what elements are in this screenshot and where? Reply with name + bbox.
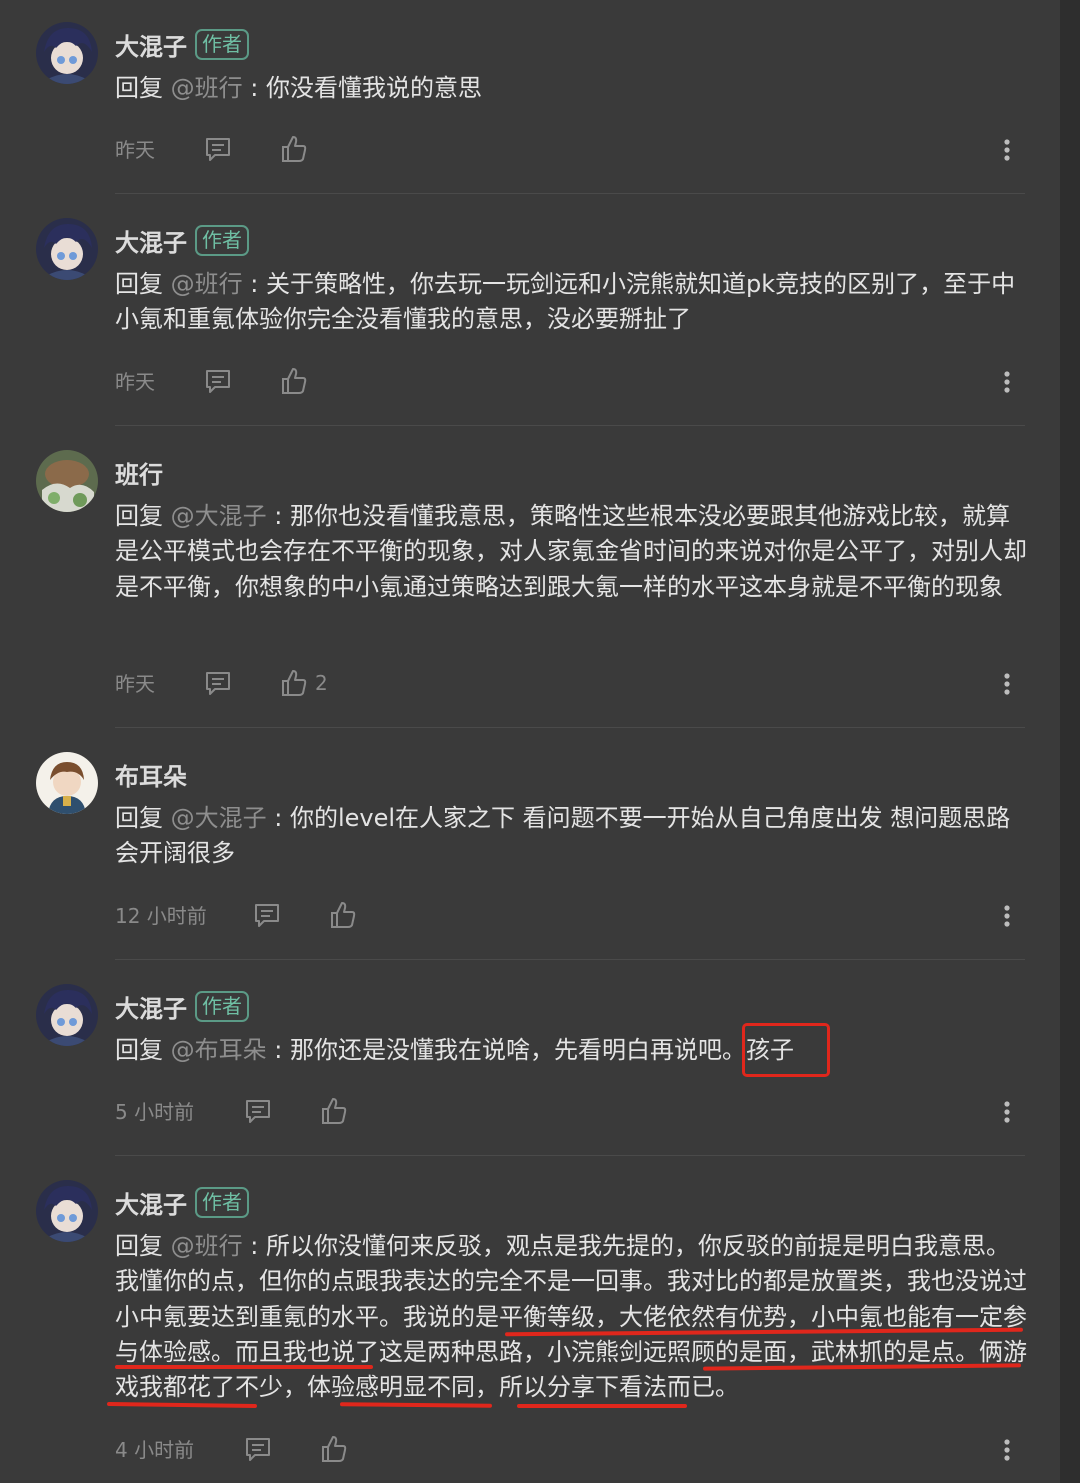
comment-text: 回复 @班行 : 所以你没懂何来反驳，观点是我先提的，你反驳的前提是明白我意思。… xyxy=(115,1229,1030,1405)
author-name[interactable]: 大混子 xyxy=(115,223,187,258)
divider xyxy=(115,959,1025,960)
more-vertical-icon[interactable] xyxy=(995,664,1019,704)
avatar[interactable] xyxy=(36,22,98,84)
author-row: 大混子 作者 xyxy=(115,986,249,1026)
comment-time: 12 小时前 xyxy=(115,903,207,928)
author-badge: 作者 xyxy=(195,28,249,60)
red-box-annotation xyxy=(742,1023,830,1077)
author-badge: 作者 xyxy=(195,1186,249,1218)
reply-prefix: 回复 xyxy=(115,270,171,298)
author-name[interactable]: 大混子 xyxy=(115,27,187,62)
reply-mention[interactable]: @布耳朵 xyxy=(171,1036,267,1064)
comment-meta: 4 小时前 xyxy=(115,1428,1025,1468)
reply-prefix: 回复 xyxy=(115,804,171,832)
author-name[interactable]: 布耳朵 xyxy=(115,757,187,792)
reply-mention[interactable]: @班行 xyxy=(171,1232,243,1260)
reply-mention[interactable]: @大混子 xyxy=(171,804,267,832)
more-vertical-icon[interactable] xyxy=(995,362,1019,402)
avatar[interactable] xyxy=(36,984,98,1046)
divider xyxy=(115,193,1025,194)
scrollbar-track[interactable] xyxy=(1060,0,1080,1483)
comment-icon[interactable] xyxy=(203,366,233,396)
comment-text: 回复 @班行 : 你没看懂我说的意思 xyxy=(115,71,1030,106)
comment-time: 昨天 xyxy=(115,137,155,162)
comment-text: 回复 @布耳朵 : 那你还是没懂我在说啥，先看明白再说吧。孩子 xyxy=(115,1033,1030,1068)
reply-separator: : xyxy=(242,74,266,102)
thumbs-up-icon[interactable] xyxy=(279,134,309,164)
reply-separator: : xyxy=(242,270,266,298)
author-row: 大混子 作者 xyxy=(115,24,249,64)
comment-body: 你没看懂我说的意思 xyxy=(265,74,482,102)
comment-item: 大混子 作者 回复 @班行 : 关于策略性，你去玩一玩剑远和小浣熊就知道pk竞技… xyxy=(0,196,1060,426)
avatar[interactable] xyxy=(36,450,98,512)
divider xyxy=(115,1155,1025,1156)
comment-meta: 昨天 2 xyxy=(115,662,1025,702)
comment-meta: 昨天 xyxy=(115,128,1025,168)
comment-icon[interactable] xyxy=(203,668,233,698)
reply-separator: : xyxy=(266,502,290,530)
reply-mention[interactable]: @班行 xyxy=(171,74,243,102)
comment-item: 大混子 作者 回复 @布耳朵 : 那你还是没懂我在说啥，先看明白再说吧。孩子 5… xyxy=(0,962,1060,1157)
author-row: 大混子 作者 xyxy=(115,220,249,260)
comment-meta: 12 小时前 xyxy=(115,894,1025,934)
author-row: 大混子 作者 xyxy=(115,1182,249,1222)
red-underline-annotation xyxy=(115,1365,373,1369)
reply-prefix: 回复 xyxy=(115,1036,171,1064)
like-count: 2 xyxy=(315,671,328,695)
red-underline-annotation xyxy=(517,1404,687,1408)
avatar[interactable] xyxy=(36,218,98,280)
divider xyxy=(115,727,1025,728)
comment-meta: 5 小时前 xyxy=(115,1090,1025,1130)
reply-prefix: 回复 xyxy=(115,1232,171,1260)
comment-item: 班行 回复 @大混子 : 那你也没看懂我意思，策略性这些根本没必要跟其他游戏比较… xyxy=(0,428,1060,730)
comment-time: 昨天 xyxy=(115,369,155,394)
author-row: 班行 xyxy=(115,452,163,492)
comment-text: 回复 @大混子 : 那你也没看懂我意思，策略性这些根本没必要跟其他游戏比较，就算… xyxy=(115,499,1030,605)
comment-item: 大混子 作者 回复 @班行 : 你没看懂我说的意思 昨天 xyxy=(0,0,1060,195)
author-name[interactable]: 大混子 xyxy=(115,1185,187,1220)
reply-separator: : xyxy=(242,1232,266,1260)
comment-icon[interactable] xyxy=(252,900,282,930)
comment-time: 4 小时前 xyxy=(115,1437,195,1462)
reply-mention[interactable]: @班行 xyxy=(171,270,243,298)
more-vertical-icon[interactable] xyxy=(995,896,1019,936)
comment-body: 那你还是没懂我在说啥，先看明白再说吧。孩子 xyxy=(289,1036,794,1064)
comment-icon[interactable] xyxy=(243,1434,273,1464)
more-vertical-icon[interactable] xyxy=(995,1092,1019,1132)
avatar[interactable] xyxy=(36,752,98,814)
comment-icon[interactable] xyxy=(203,134,233,164)
comment-icon[interactable] xyxy=(243,1096,273,1126)
reply-prefix: 回复 xyxy=(115,74,171,102)
author-name[interactable]: 大混子 xyxy=(115,989,187,1024)
comment-text: 回复 @班行 : 关于策略性，你去玩一玩剑远和小浣熊就知道pk竞技的区别了，至于… xyxy=(115,267,1030,338)
avatar[interactable] xyxy=(36,1180,98,1242)
thumbs-up-icon[interactable] xyxy=(279,668,309,698)
comment-time: 5 小时前 xyxy=(115,1099,195,1124)
author-badge: 作者 xyxy=(195,224,249,256)
reply-prefix: 回复 xyxy=(115,502,171,530)
thumbs-up-icon[interactable] xyxy=(319,1434,349,1464)
red-underline-annotation xyxy=(106,1401,258,1409)
comment-time: 昨天 xyxy=(115,671,155,696)
thumbs-up-icon[interactable] xyxy=(328,900,358,930)
more-vertical-icon[interactable] xyxy=(995,130,1019,170)
red-underline-annotation xyxy=(339,1402,493,1408)
reply-separator: : xyxy=(266,804,290,832)
comment-meta: 昨天 xyxy=(115,360,1025,400)
comment-item: 大混子 作者 回复 @班行 : 所以你没懂何来反驳，观点是我先提的，你反驳的前提… xyxy=(0,1158,1060,1483)
author-name[interactable]: 班行 xyxy=(115,455,163,490)
reply-separator: : xyxy=(266,1036,290,1064)
author-badge: 作者 xyxy=(195,990,249,1022)
divider xyxy=(115,425,1025,426)
reply-mention[interactable]: @大混子 xyxy=(171,502,267,530)
more-vertical-icon[interactable] xyxy=(995,1430,1019,1470)
author-row: 布耳朵 xyxy=(115,754,187,794)
thumbs-up-icon[interactable] xyxy=(279,366,309,396)
comment-text: 回复 @大混子 : 你的level在人家之下 看问题不要一开始从自己角度出发 想… xyxy=(115,801,1030,872)
thumbs-up-icon[interactable] xyxy=(319,1096,349,1126)
comment-item: 布耳朵 回复 @大混子 : 你的level在人家之下 看问题不要一开始从自己角度… xyxy=(0,730,1060,960)
